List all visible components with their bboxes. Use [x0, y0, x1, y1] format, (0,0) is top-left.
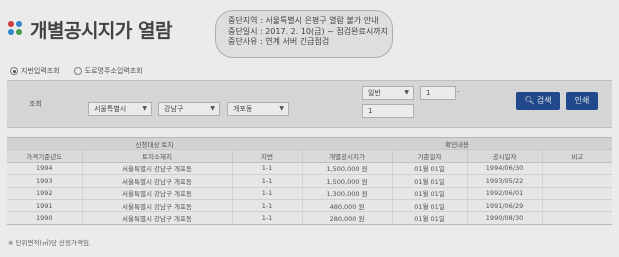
- chevron-down-icon: ▼: [142, 105, 147, 112]
- table-row: 1992 서울특별시 강남구 개포동 1-1 1,300,000 원 01월 0…: [7, 187, 613, 200]
- chevron-down-icon: ▼: [404, 89, 409, 96]
- cell-year: 1991: [7, 199, 82, 213]
- notice-line-time: 중단일시 : 2017. 2. 10(금) ~ 점검완료시까지: [228, 26, 388, 36]
- column-header: 가격기준년도: [7, 149, 82, 163]
- cell-location: 서울특별시 강남구 개포동: [81, 162, 232, 176]
- cell-price: 280,000 원: [301, 211, 393, 225]
- cell-location: 서울특별시 강남구 개포동: [81, 211, 232, 225]
- cell-price: 1,300,000 원: [301, 187, 393, 200]
- table-row: 1991 서울특별시 강남구 개포동 1-1 480,000 원 01월 01일…: [7, 199, 613, 213]
- sigungu-select[interactable]: 강남구 ▼: [158, 102, 220, 116]
- column-header: 지번: [231, 149, 303, 163]
- radio-road-address-label: 도로명주소입력조회: [84, 67, 143, 75]
- cell-location: 서울특별시 강남구 개포동: [81, 174, 232, 188]
- cell-remark: [541, 187, 613, 200]
- table-row: 1990 서울특별시 강남구 개포동 1-1 280,000 원 01월 01일…: [7, 211, 613, 225]
- radio-road-address[interactable]: 도로명주소입력조회: [73, 66, 143, 76]
- radio-jibun-button[interactable]: [10, 67, 18, 75]
- cell-price: 1,500,000 원: [301, 162, 393, 176]
- cell-notice-date: 1994/06/30: [466, 162, 543, 176]
- radio-jibun-label: 지번입력조회: [21, 67, 60, 75]
- cell-notice-date: 1993/05/22: [466, 174, 543, 188]
- cell-base-date: 01월 01일: [391, 211, 468, 225]
- cell-notice-date: 1992/06/01: [466, 187, 543, 200]
- cell-price: 1,500,000 원: [301, 174, 393, 188]
- chevron-down-icon: ▼: [279, 105, 284, 112]
- cell-price: 480,000 원: [301, 199, 393, 213]
- bonbun-bubun-separator: -: [457, 88, 460, 96]
- table-row: 1994 서울특별시 강남구 개포동 1-1 1,500,000 원 01월 0…: [7, 162, 613, 176]
- search-icon: 🔍︎: [524, 96, 535, 105]
- radio-road-address-button[interactable]: [73, 67, 82, 75]
- cell-jibun: 1-1: [231, 211, 303, 225]
- sigungu-select-value: 강남구: [164, 105, 184, 113]
- column-header: 개별공시지가: [301, 149, 393, 163]
- service-notice: 중단지역 : 서울특별시 은평구 열람 불가 안내 중단일시 : 2017. 2…: [215, 10, 393, 58]
- table-header-row: 가격기준년도 토지소재지 지번 개별공시지가 기준일자 공시일자 비고: [7, 149, 613, 163]
- search-button[interactable]: 🔍︎ 검색: [516, 92, 560, 110]
- radio-jibun[interactable]: 지번입력조회: [10, 66, 60, 76]
- cell-remark: [541, 174, 613, 188]
- chevron-down-icon: ▼: [210, 105, 215, 112]
- cell-base-date: 01월 01일: [391, 162, 468, 176]
- cell-jibun: 1-1: [231, 199, 303, 213]
- page-title: 개별공시지가 열람: [30, 19, 172, 42]
- print-button[interactable]: 인쇄: [566, 92, 598, 110]
- bubun-input-value: 1: [368, 107, 373, 115]
- land-price-table: 신청대상 토지 확인내용 가격기준년도 토지소재지 지번 개별공시지가 기준일자…: [7, 136, 613, 225]
- cell-jibun: 1-1: [231, 187, 303, 200]
- cell-year: 1992: [7, 187, 82, 200]
- group-header-check-content: 확인내용: [302, 136, 613, 151]
- dong-select[interactable]: 개포동 ▼: [227, 102, 289, 116]
- land-type-select[interactable]: 일반 ▼: [362, 86, 414, 100]
- group-header-target-land: 신청대상 토지: [7, 136, 303, 151]
- table-row: 1993 서울특별시 강남구 개포동 1-1 1,500,000 원 01월 0…: [7, 174, 613, 188]
- cell-remark: [541, 199, 613, 213]
- cell-base-date: 01월 01일: [391, 174, 468, 188]
- cell-jibun: 1-1: [231, 162, 303, 176]
- cell-remark: [541, 211, 613, 225]
- bonbun-input[interactable]: 1: [420, 86, 456, 100]
- search-button-label: 검색: [536, 96, 552, 105]
- column-header: 공시일자: [466, 149, 543, 163]
- cell-year: 1990: [7, 211, 82, 225]
- cell-location: 서울특별시 강남구 개포동: [81, 187, 232, 200]
- cell-jibun: 1-1: [231, 174, 303, 188]
- cell-location: 서울특별시 강남구 개포동: [81, 199, 232, 213]
- cell-base-date: 01월 01일: [391, 199, 468, 213]
- cell-remark: [541, 162, 613, 176]
- notice-line-area: 중단지역 : 서울특별시 은평구 열람 불가 안내: [228, 16, 379, 25]
- dong-select-value: 개포동: [233, 105, 253, 113]
- land-type-select-value: 일반: [368, 89, 381, 97]
- bubun-input[interactable]: 1: [362, 104, 414, 118]
- column-header: 비고: [541, 149, 613, 163]
- column-header: 토지소재지: [81, 149, 232, 163]
- page-header: 개별공시지가 열람: [8, 14, 172, 44]
- bonbun-input-value: 1: [426, 89, 431, 97]
- search-type-radio-group: 지번입력조회 도로명주소입력조회: [10, 66, 157, 76]
- sido-select[interactable]: 서울특별시 ▼: [88, 102, 152, 116]
- search-label: 조회: [29, 100, 42, 108]
- cell-year: 1993: [7, 174, 82, 188]
- footnote: ※ 단위면적(㎡)당 산정가격임.: [8, 239, 92, 247]
- table-group-header-row: 신청대상 토지 확인내용: [7, 136, 613, 151]
- cell-base-date: 01월 01일: [391, 187, 468, 200]
- notice-line-reason: 중단사유 : 연계 서버 긴급점검: [228, 37, 330, 46]
- column-header: 기준일자: [391, 149, 468, 163]
- logo-icon: [8, 21, 24, 37]
- cell-year: 1994: [7, 162, 82, 176]
- cell-notice-date: 1990/08/30: [466, 211, 543, 225]
- print-button-label: 인쇄: [574, 96, 590, 105]
- cell-notice-date: 1991/06/29: [466, 199, 543, 213]
- sido-select-value: 서울특별시: [94, 105, 127, 113]
